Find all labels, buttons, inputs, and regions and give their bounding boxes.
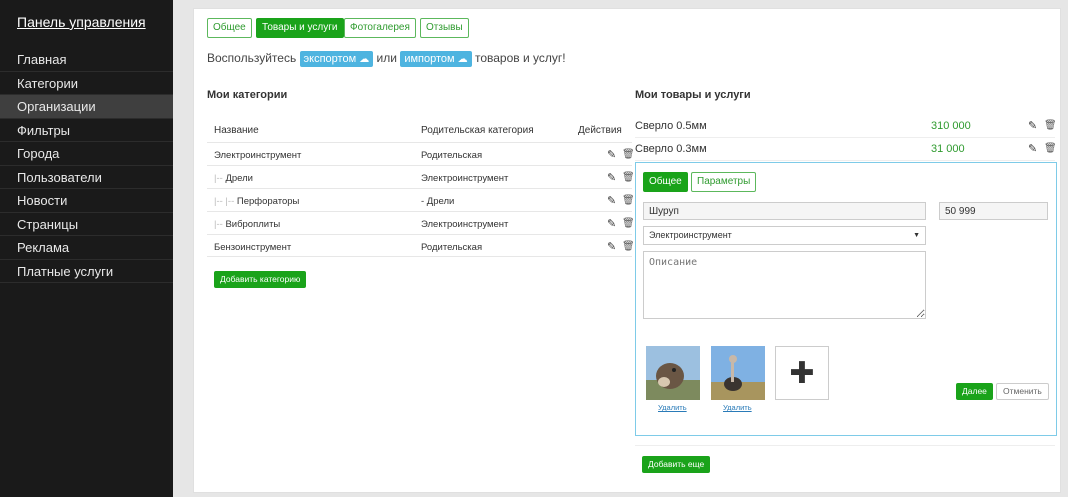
editor-tab-parameters[interactable]: Параметры [691,172,757,192]
category-parent: Родительская [421,150,483,161]
add-more-button[interactable]: Добавить еще [642,456,711,473]
tab-general[interactable]: Общее [207,18,252,38]
pencil-icon[interactable]: ✎ [607,148,616,161]
cancel-button[interactable]: Отменить [996,383,1049,400]
table-row: Электроинструмент Родительская ✎ 🗑 [207,142,635,165]
add-category-button[interactable]: Добавить категорию [214,271,307,288]
product-editor: Общее Параметры Электроинструмент ▼ Удал… [635,162,1057,436]
category-name: |-- Дрели [214,173,253,184]
sidebar-item-categories[interactable]: Категории [0,72,173,95]
column-header-name: Название [214,125,259,136]
products-title: Мои товары и услуги [635,89,751,101]
import-link-label: импортом [404,53,455,65]
sidebar-item-filters[interactable]: Фильтры [0,119,173,142]
divider [635,445,1055,446]
sidebar-title[interactable]: Панель управления [0,0,173,48]
table-row: |-- Дрели Электроинструмент ✎ 🗑 [207,165,635,188]
note-text-pre: Воспользуйтесь [207,51,297,65]
description-textarea[interactable] [643,251,926,319]
note-text-middle: или [376,51,397,65]
sidebar-item-ads[interactable]: Реклама [0,236,173,260]
sidebar-item-cities[interactable]: Города [0,142,173,166]
plus-icon: ✚ [789,356,815,390]
column-header-parent: Родительская категория [421,125,534,136]
tab-products-services[interactable]: Товары и услуги [256,18,344,38]
list-item: Сверло 0.3мм 31 000 ✎ 🗑 [635,138,1057,161]
sidebar-item-pages[interactable]: Страницы [0,213,173,236]
cloud-download-icon: ☁ [359,54,370,65]
sidebar-item-organizations[interactable]: Организации [0,95,173,119]
category-select[interactable]: Электроинструмент ▼ [643,226,926,245]
table-row: |-- |-- Перфораторы - Дрели ✎ 🗑 [207,188,635,211]
product-price: 31 000 [931,143,965,155]
cloud-upload-icon: ☁ [457,54,468,65]
caret-down-icon: ▼ [913,232,920,239]
sidebar-item-users[interactable]: Пользователи [0,166,173,189]
pencil-icon[interactable]: ✎ [1028,142,1037,155]
pencil-icon[interactable]: ✎ [1028,119,1037,132]
photo-thumbnail [711,346,765,400]
category-parent: - Дрели [421,196,455,207]
category-name: Бензоинструмент [214,242,292,253]
list-item: Сверло 0.5мм 310 000 ✎ 🗑 [635,115,1057,138]
photo-thumbnail [646,346,700,400]
product-price-input[interactable] [939,202,1048,220]
trash-icon[interactable]: 🗑 [622,172,635,183]
tab-reviews[interactable]: Отзывы [420,18,469,38]
export-link[interactable]: экспортом ☁ [299,51,374,67]
pencil-icon[interactable]: ✎ [607,217,616,230]
pencil-icon[interactable]: ✎ [607,171,616,184]
trash-icon[interactable]: 🗑 [622,195,635,206]
category-name: |-- Виброплиты [214,219,281,230]
pencil-icon[interactable]: ✎ [607,194,616,207]
next-button[interactable]: Далее [956,383,993,400]
add-photo-button[interactable]: ✚ [775,346,829,400]
pencil-icon[interactable]: ✎ [607,240,616,253]
category-parent: Электроинструмент [421,219,509,230]
delete-photo-link[interactable]: Удалить [658,403,687,412]
main-panel: Общее Товары и услуги Фотогалерея Отзывы… [193,8,1061,493]
category-parent: Родительская [421,242,483,253]
sidebar-item-home[interactable]: Главная [0,48,173,72]
column-header-actions: Действия [578,125,622,136]
category-name: Электроинструмент [214,150,302,161]
product-name: Сверло 0.3мм [635,143,707,155]
trash-icon[interactable]: 🗑 [1044,120,1057,131]
trash-icon[interactable]: 🗑 [622,218,635,229]
category-parent: Электроинструмент [421,173,509,184]
trash-icon[interactable]: 🗑 [622,241,635,252]
table-row: Бензоинструмент Родительская ✎ 🗑 [207,234,635,257]
trash-icon[interactable]: 🗑 [622,149,635,160]
delete-photo-link[interactable]: Удалить [723,403,752,412]
tab-photo-gallery[interactable]: Фотогалерея [344,18,416,38]
export-link-label: экспортом [303,53,357,65]
categories-title: Мои категории [207,89,288,101]
sidebar-item-news[interactable]: Новости [0,189,173,213]
trash-icon[interactable]: 🗑 [1044,143,1057,154]
note-text-post: товаров и услуг! [474,51,566,65]
import-export-note: Воспользуйтесь экспортом ☁ или импортом … [207,51,566,67]
category-name: |-- |-- Перфораторы [214,196,300,207]
product-price: 310 000 [931,120,971,132]
sidebar-item-paid-services[interactable]: Платные услуги [0,260,173,283]
editor-tab-general[interactable]: Общее [643,172,688,192]
sidebar: Панель управления Главная Категории Орга… [0,0,173,497]
table-row: |-- Виброплиты Электроинструмент ✎ 🗑 [207,211,635,234]
product-name-input[interactable] [643,202,926,220]
category-select-value: Электроинструмент [649,230,732,240]
product-name: Сверло 0.5мм [635,120,707,132]
import-link[interactable]: импортом ☁ [400,51,472,67]
